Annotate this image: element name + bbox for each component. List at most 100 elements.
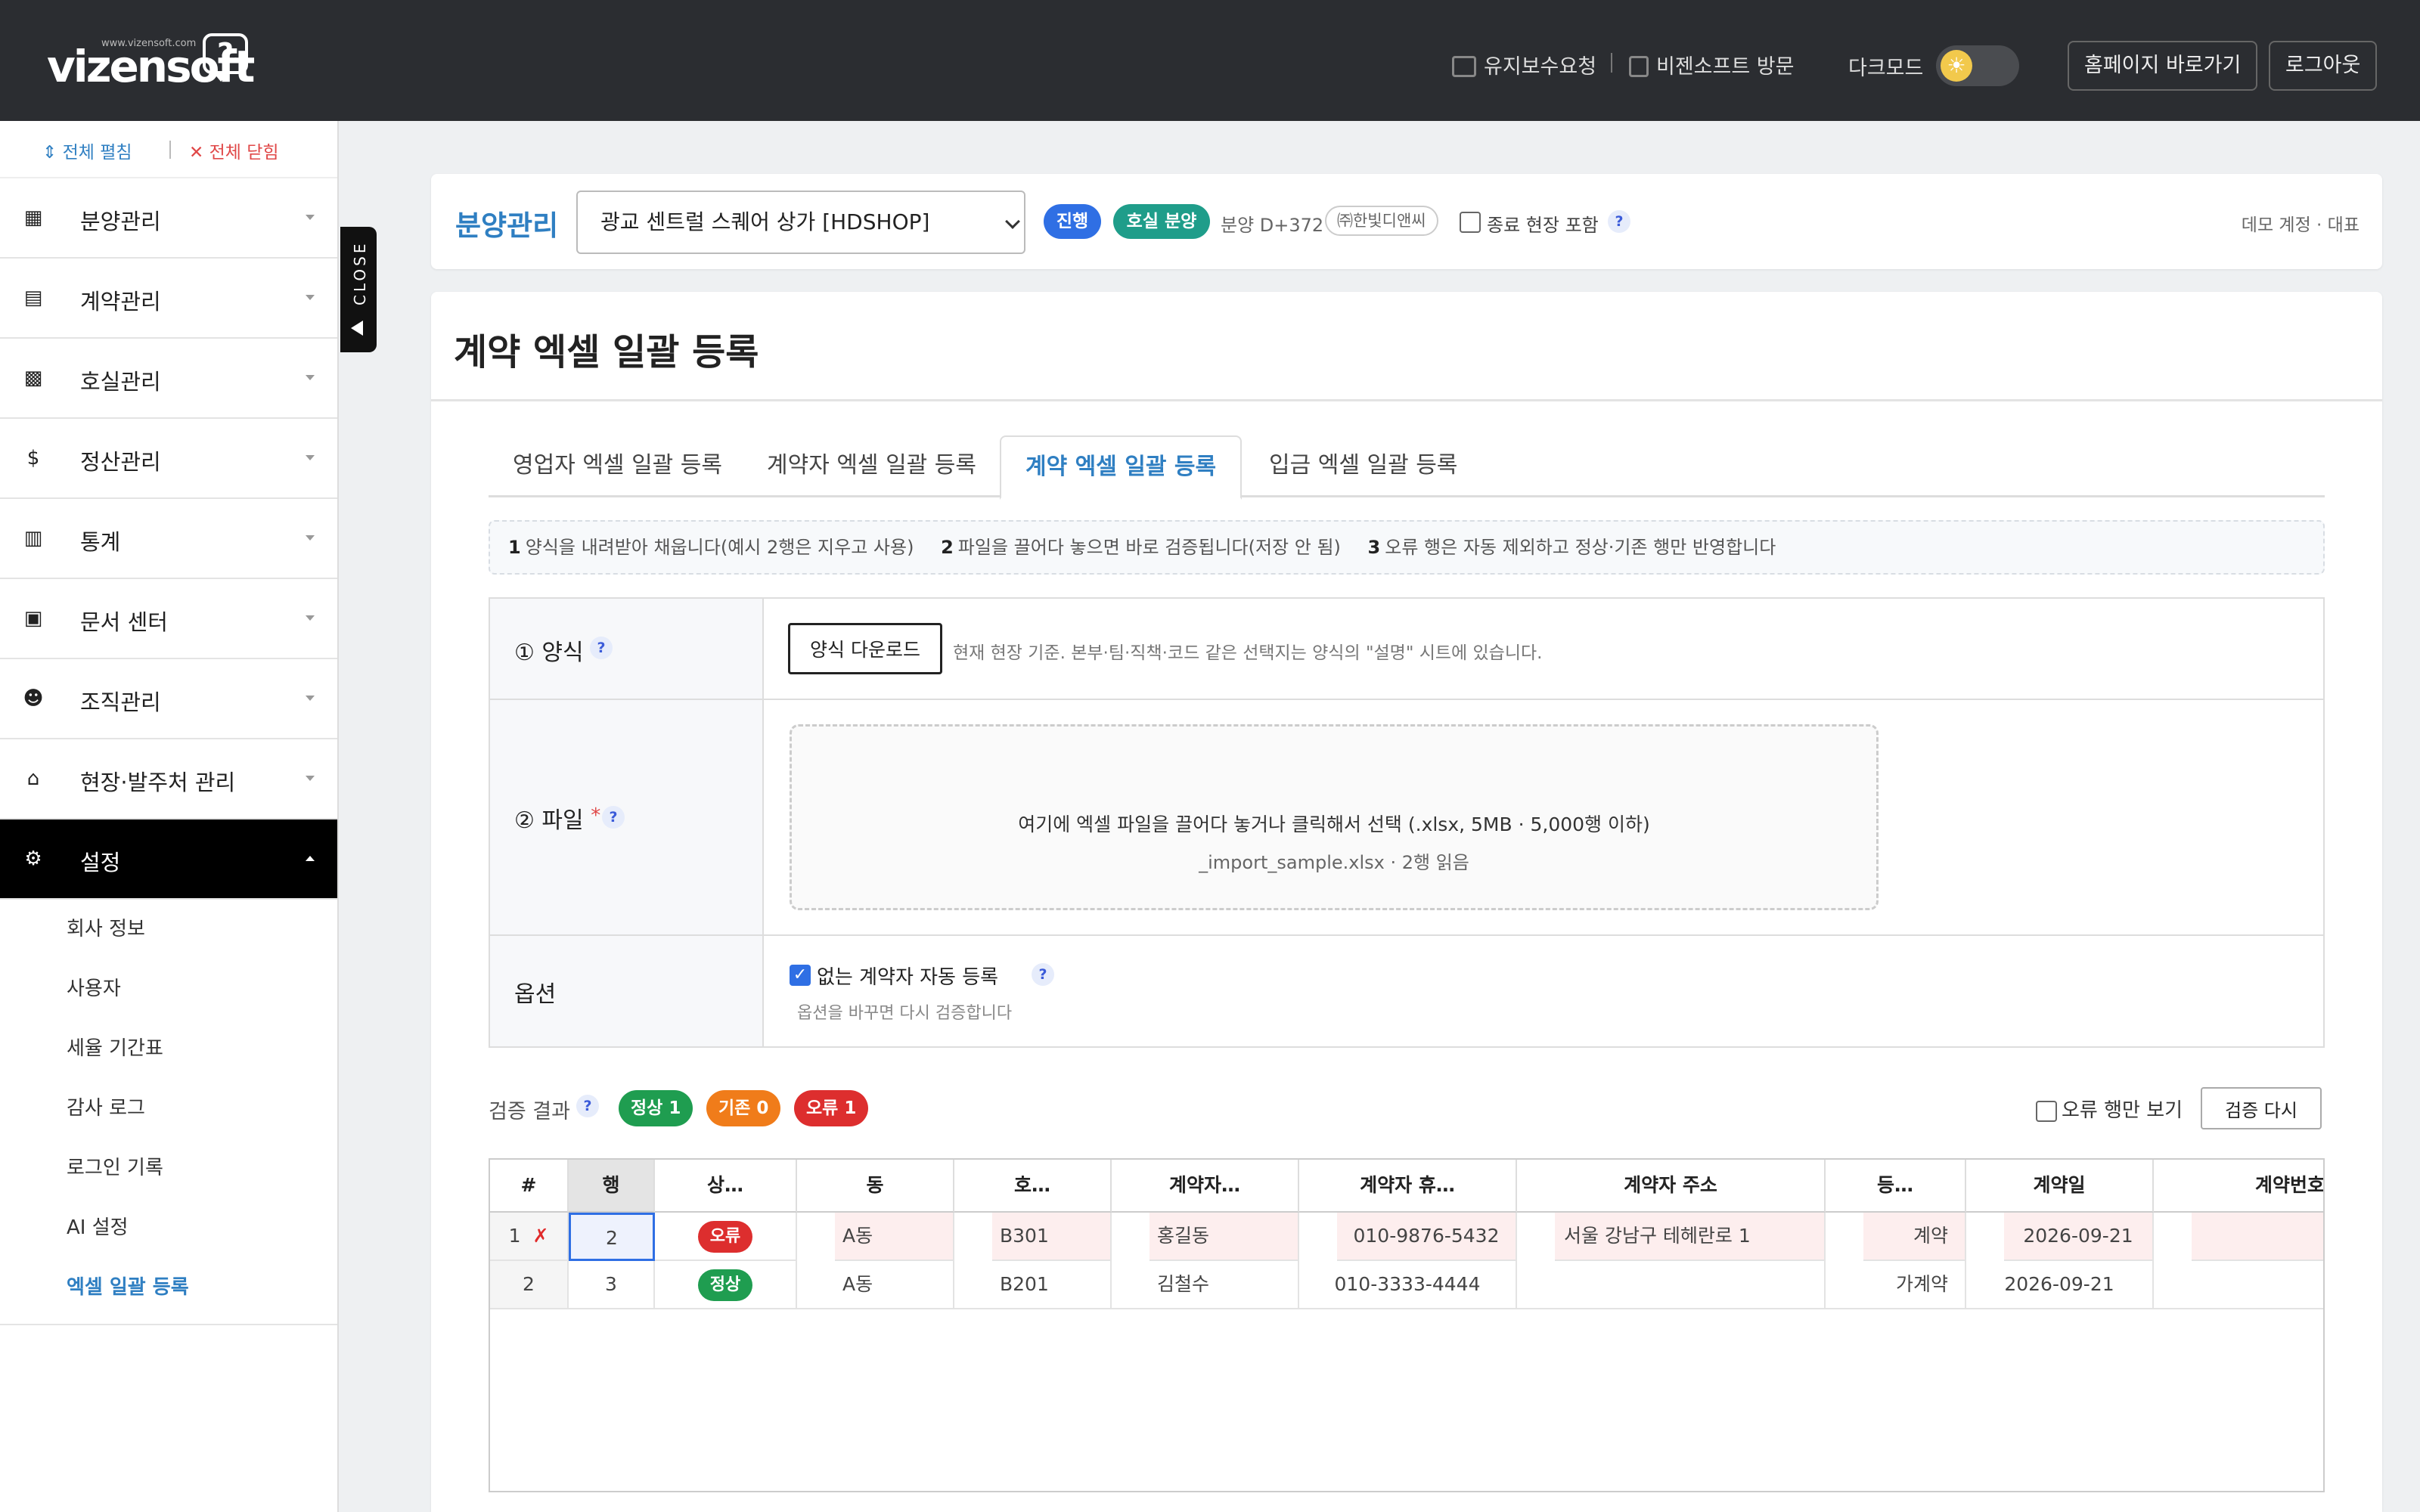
col-header-address[interactable]: 계약자 주소 [1517,1160,1826,1213]
menu-item-contracts[interactable]: ▤ 계약관리 [0,259,337,339]
file-label: ② 파일 * [514,801,600,835]
dropzone-text: 여기에 엑셀 파일을 끌어다 놓거나 클릭해서 선택 (.xlsx, 5MB ·… [1018,813,1650,835]
menu-item-settings[interactable]: ⚙ 설정 [0,820,337,900]
grid-cell-selected[interactable]: 2 [569,1213,655,1261]
error-mark-icon: ✗ [532,1225,549,1247]
menu-item-documents[interactable]: ▣ 문서 센터 [0,579,337,659]
building-icon: ▦ [23,206,43,229]
menu-item-units[interactable]: ▩ 호실관리 [0,339,337,419]
auto-register-checkbox[interactable]: ✓ [790,965,811,986]
submenu-audit-log[interactable]: 감사 로그 [0,1079,337,1139]
col-header-contract-no[interactable]: 계약번호 [2154,1160,2323,1213]
ok-label: 정상 [631,1098,663,1118]
grid-cell-status[interactable]: 오류 [655,1213,797,1261]
col-header-row[interactable]: 행 [569,1160,655,1213]
chevron-down-icon [306,375,315,380]
grid-cell-address[interactable]: 서울 강남구 테헤란로 1 [1555,1213,1826,1261]
tab-payment-import[interactable]: 입금 엑셀 일괄 등록 [1245,435,1481,497]
submenu-users[interactable]: 사용자 [0,959,337,1019]
help-icon[interactable]: ? [1032,963,1054,986]
grid-cell-grade[interactable]: 가계약 [1826,1261,1966,1309]
step-3: 3 오류 행은 자동 제외하고 정상·기존 행만 반영합니다 [1368,537,1776,558]
site-select[interactable]: 광교 센트럴 스퀘어 상가 [HDSHOP] [576,191,1025,254]
col-header-dong[interactable]: 동 [797,1160,954,1213]
sidebar: ⇕ 전체 펼침 ✕ 전체 닫힘 ▦ 분양관리 ▤ 계약관리 ▩ 호실관리 $ 정산관리 … [0,121,339,1512]
file-dropzone[interactable]: 여기에 엑셀 파일을 끌어다 놓거나 클릭해서 선택 (.xlsx, 5MB ·… [790,724,1879,910]
tab-contractor-import[interactable]: 계약자 엑셀 일괄 등록 [743,435,1001,497]
help-icon[interactable]: ? [576,1095,599,1117]
submenu-excel-import[interactable]: 엑셀 일괄 등록 [0,1258,337,1318]
errors-only-checkbox[interactable] [2036,1101,2057,1122]
menu-item-statistics[interactable]: ▥ 통계 [0,499,337,579]
tab-salesperson-import[interactable]: 영업자 엑셀 일괄 등록 [489,435,746,497]
validation-result-label: 검증 결과 [489,1100,570,1123]
col-header-date[interactable]: 계약일 [1966,1160,2154,1213]
help-icon[interactable]: ? [1608,210,1630,233]
submenu-ai-settings[interactable]: AI 설정 [0,1198,337,1258]
sidebar-close-tab[interactable]: CLOSE [340,227,377,352]
include-closed-checkbox[interactable] [1460,212,1481,233]
maintenance-request-link[interactable]: 유지보수요청 [1452,50,1596,79]
revalidate-button[interactable]: 검증 다시 [2201,1087,2322,1129]
grid-cell-contract-no[interactable] [2154,1261,2323,1309]
grid-cell-address[interactable] [1517,1261,1826,1309]
col-header-grade[interactable]: 등… [1826,1160,1966,1213]
expand-all-button[interactable]: ⇕ 전체 펼침 [42,138,132,163]
grid-cell-row[interactable]: 3 [569,1261,655,1309]
menu-item-settlement[interactable]: $ 정산관리 [0,419,337,499]
help-icon[interactable]: ? [590,637,613,659]
menu-label: 호실관리 [80,369,161,395]
submenu-login-history[interactable]: 로그인 기록 [0,1139,337,1198]
form-label-cell: ② 파일 * ? [490,700,764,934]
submenu-tax-table[interactable]: 세율 기간표 [0,1019,337,1079]
import-tabs: 영업자 엑셀 일괄 등록 계약자 엑셀 일괄 등록 계약 엑셀 일괄 등록 입금… [489,435,2325,500]
include-closed-label: 종료 현장 포함 [1487,215,1599,236]
visit-vizensoft-link[interactable]: 비젠소프트 방문 [1629,50,1794,79]
auto-register-label: 없는 계약자 자동 등록 [817,966,999,989]
grid-cell-ho[interactable]: B201 [954,1261,1112,1309]
existing-count-badge[interactable]: 기존 0 [706,1090,781,1126]
grid-cell-contract-no[interactable] [2192,1213,2323,1261]
form-label-cell: ① 양식 ? [490,599,764,699]
menu-item-sales[interactable]: ▦ 분양관리 [0,178,337,259]
sales-dday: 분양 D+372 [1221,215,1324,236]
collapse-all-label: 전체 닫힘 [209,143,279,163]
grid-cell-dong[interactable]: A동 [797,1261,954,1309]
grid-cell-grade[interactable]: 계약 [1863,1213,1966,1261]
homepage-button[interactable]: 홈페이지 바로가기 [2068,41,2258,91]
menu-label: 현장·발주처 관리 [80,770,236,795]
grid-cell-status[interactable]: 정상 [655,1261,797,1309]
col-header-status[interactable]: 상… [655,1160,797,1213]
grid-cell-date[interactable]: 2026-09-21 [2004,1213,2154,1261]
menu-item-sites[interactable]: ⌂ 현장·발주처 관리 [0,739,337,820]
grid-cell-ho[interactable]: B301 [992,1213,1112,1261]
col-header-phone[interactable]: 계약자 휴… [1299,1160,1517,1213]
toolbar-divider [169,141,171,159]
file-label-text: ② 파일 [514,807,584,834]
grid-cell-date[interactable]: 2026-09-21 [1966,1261,2154,1309]
gear-icon: ⚙ [24,847,42,870]
submenu-company-info[interactable]: 회사 정보 [0,900,337,959]
grid-cell-contractor[interactable]: 김철수 [1112,1261,1299,1309]
close-tab-label: CLOSE [351,240,369,305]
maintenance-label: 유지보수요청 [1484,55,1597,79]
dark-mode-toggle[interactable]: ☀ [1936,45,2019,86]
col-header-contractor[interactable]: 계약자… [1112,1160,1299,1213]
download-template-button[interactable]: 양식 다운로드 [788,623,942,674]
grid-cell-phone[interactable]: 010-3333-4444 [1299,1261,1517,1309]
help-icon[interactable]: ? [602,806,625,829]
chevron-down-icon [306,215,315,220]
ok-count-badge[interactable]: 정상 1 [619,1090,693,1126]
chevron-down-icon [306,615,315,621]
logout-button[interactable]: 로그아웃 [2269,41,2378,91]
tab-contract-import[interactable]: 계약 엑셀 일괄 등록 [1000,435,1243,500]
grid-cell-dong[interactable]: A동 [835,1213,954,1261]
menu-item-organization[interactable]: ☻ 조직관리 [0,659,337,739]
collapse-all-button[interactable]: ✕ 전체 닫힘 [189,138,279,163]
error-count-badge[interactable]: 오류 1 [794,1090,869,1126]
col-header-ho[interactable]: 호… [954,1160,1112,1213]
grid-cell-phone[interactable]: 010-9876-5432 [1337,1213,1517,1261]
arrow-left-icon [351,321,363,336]
step-text: 파일을 끌어다 놓으면 바로 검증됩니다(저장 안 됨) [957,537,1341,558]
grid-cell-contractor[interactable]: 홍길동 [1150,1213,1299,1261]
